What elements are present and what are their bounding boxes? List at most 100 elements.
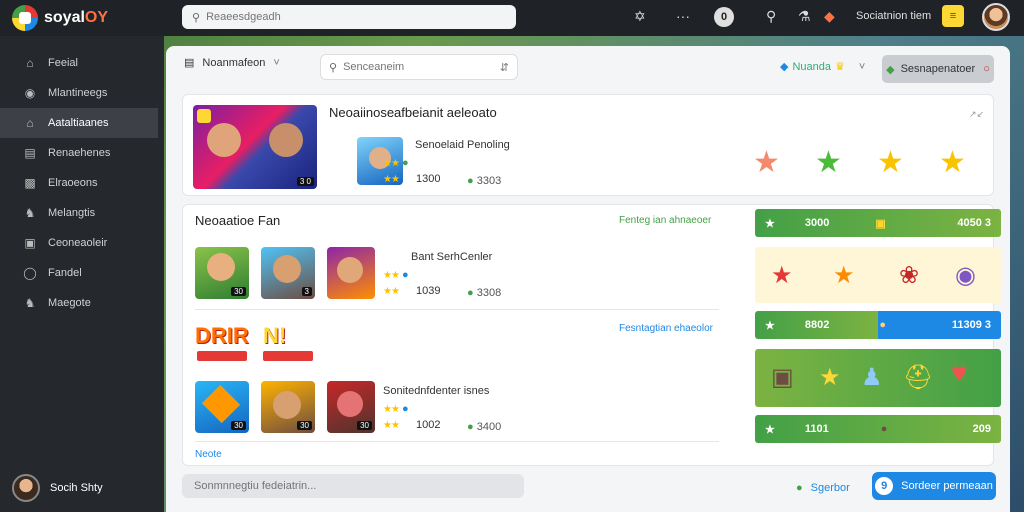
top-bar: soyalOY ⚲ ✡ ··· 0 ⚲ ⚗ ◆ Sociatnion tiem … bbox=[0, 0, 1024, 36]
sidebar-item-aataltiaanes[interactable]: ⌂ Aataltiaanes bbox=[0, 108, 158, 138]
divider bbox=[195, 309, 719, 310]
chest-icon: ▣ bbox=[771, 364, 794, 391]
sidebar-user-name: Socih Shty bbox=[50, 482, 103, 494]
thumb-badge: 3 bbox=[301, 287, 312, 296]
search-icon[interactable]: ⚲ bbox=[766, 8, 776, 25]
compass-icon: ◉ bbox=[24, 86, 36, 100]
avatar[interactable] bbox=[982, 3, 1010, 31]
bottom-link-label: Sgerbor bbox=[810, 482, 850, 494]
game-logo[interactable]: DRIR bbox=[195, 323, 249, 349]
star-icon: ★ bbox=[765, 217, 775, 230]
close-icon: ○ bbox=[983, 63, 990, 75]
sidebar: ⌂ Feeial ◉ Mlantineegs ⌂ Aataltiaanes ▤ Rena… bbox=[0, 36, 164, 512]
list-card: Neoaatioe Fan Fenteg ian ahnaeoer 30 3 B… bbox=[182, 204, 1001, 466]
top-search-bar[interactable]: ⚲ bbox=[182, 5, 516, 29]
puzzle-icon[interactable]: ⚗ bbox=[798, 8, 811, 25]
game-thumbnail[interactable]: 30 bbox=[195, 247, 249, 299]
more-icon[interactable]: ··· bbox=[676, 8, 690, 24]
reward-bar[interactable]: ★ 1101 ● 209 bbox=[755, 415, 1001, 443]
game-title[interactable]: Sonitednfdenter isnes bbox=[383, 385, 489, 397]
score-row: ★★ 1002 bbox=[383, 419, 440, 431]
app-logo[interactable]: soyalOY bbox=[12, 5, 172, 31]
featured-thumbnail[interactable]: 3 0 bbox=[193, 105, 317, 189]
list-footer-link[interactable]: Neote bbox=[195, 449, 222, 460]
sort-icon: ⇵ bbox=[499, 61, 509, 74]
toolbar-search-input[interactable] bbox=[343, 61, 484, 73]
sidebar-item-melangtis[interactable]: ♞ Melangtis bbox=[0, 198, 164, 228]
main-panel: ▤ Noanmafeon ˅ ⚲ ⇵ ◆ Nuanda ♛ ˅ ◆ Sesnap… bbox=[166, 46, 1010, 512]
fire-icon[interactable]: ◆ bbox=[824, 8, 835, 25]
game-title[interactable]: Bant SerhCenler bbox=[411, 251, 492, 263]
toolbar-filter[interactable]: ◆ Nuanda ♛ ˅ bbox=[780, 60, 866, 74]
game-badge-icon bbox=[197, 109, 211, 123]
reward-bar[interactable]: ★ 3000 ▣ 4050 3 bbox=[755, 209, 1001, 237]
sidebar-user[interactable]: Socih Shty bbox=[12, 474, 103, 502]
game-thumbnail[interactable]: 30 bbox=[261, 381, 315, 433]
coin-counter[interactable]: 0 bbox=[714, 7, 734, 27]
reward-bar[interactable]: ★ 8802 ● 11309 3 bbox=[755, 311, 1001, 339]
character-face bbox=[273, 391, 301, 419]
star-icon: ★ bbox=[771, 262, 793, 289]
bottom-search-input[interactable] bbox=[194, 480, 494, 492]
toolbar-filter-label: Nuanda bbox=[792, 60, 832, 73]
character-face bbox=[337, 391, 363, 417]
star-icon: ★ bbox=[877, 146, 904, 179]
right-value: ● 3303 bbox=[467, 175, 501, 187]
toolbar-title[interactable]: ▤ Noanmafeon ˅ bbox=[184, 56, 280, 70]
sidebar-item-fandel[interactable]: ◯ Fandel bbox=[0, 258, 164, 288]
rating: ★★ ● bbox=[383, 269, 409, 281]
game-logo[interactable]: N! bbox=[263, 323, 286, 349]
chevron-down-icon: ˅ bbox=[858, 60, 866, 73]
game-thumbnail[interactable]: 30 bbox=[195, 381, 249, 433]
star-icon: ★ bbox=[765, 423, 775, 436]
coin-icon: ● bbox=[879, 319, 887, 331]
sidebar-item-ceoneaoleir[interactable]: ▣ Ceoneaoleir bbox=[0, 228, 164, 258]
grid-icon: ▤ bbox=[24, 146, 36, 160]
star-icon: ★ bbox=[819, 364, 841, 391]
toolbar: ▤ Noanmafeon ˅ ⚲ ⇵ bbox=[184, 54, 518, 80]
bottom-primary-label: Sordeer permeaan bbox=[901, 480, 993, 492]
top-user-label[interactable]: Sociatnion tiem bbox=[856, 10, 931, 22]
gem-icon: ● bbox=[467, 287, 474, 299]
expand-icon[interactable]: ↗↙ bbox=[969, 109, 984, 120]
list-link-secondary[interactable]: Fesntagtian ehaeolor bbox=[619, 323, 713, 334]
chart-icon: ▩ bbox=[24, 176, 36, 190]
right-value-text: 3303 bbox=[476, 175, 502, 187]
chest-icon: ▣ bbox=[875, 217, 886, 230]
score-row: ★★ 1039 bbox=[383, 285, 440, 297]
bottom-search-bar[interactable] bbox=[182, 474, 524, 498]
top-search-input[interactable] bbox=[206, 11, 487, 23]
star-icon: ★★ bbox=[383, 174, 400, 185]
sidebar-item-maegote[interactable]: ♞ Maegote bbox=[0, 288, 164, 318]
sidebar-item-elraoeons[interactable]: ▩ Elraoeons bbox=[0, 168, 164, 198]
thumb-badge: 30 bbox=[231, 421, 246, 430]
search-icon: ⚲ bbox=[192, 11, 201, 24]
character-face bbox=[269, 123, 303, 157]
list-link-primary[interactable]: Fenteg ian ahnaeoer bbox=[619, 215, 711, 226]
rating: ★★ ● bbox=[383, 403, 409, 415]
sidebar-item-label: Elraoeons bbox=[48, 177, 98, 189]
sidebar-item-renaehenes[interactable]: ▤ Renaehenes bbox=[0, 138, 164, 168]
gem-icon: ● bbox=[467, 421, 474, 433]
toolbar-action-button[interactable]: ◆ Sesnapenatoer ○ bbox=[882, 55, 994, 83]
toolbar-search[interactable]: ⚲ ⇵ bbox=[320, 54, 518, 80]
character-face bbox=[207, 123, 241, 157]
sidebar-item-feeial[interactable]: ⌂ Feeial bbox=[0, 48, 164, 78]
game-thumbnail[interactable]: 3 bbox=[261, 247, 315, 299]
sidebar-item-label: Mlantineegs bbox=[48, 87, 108, 99]
game-title[interactable]: Senoelaid Penoling bbox=[415, 139, 510, 151]
sidebar-item-mlantineegs[interactable]: ◉ Mlantineegs bbox=[0, 78, 164, 108]
featured-card: 3 0 Neoaiinoseafbeianit aeleoato Senoela… bbox=[182, 94, 994, 196]
bottom-link[interactable]: ● Sgerbor bbox=[796, 482, 850, 494]
gem-icon: ◆ bbox=[780, 61, 789, 73]
featured-heading: Neoaiinoseafbeianit aeleoato bbox=[329, 105, 497, 120]
sidebar-item-label: Feeial bbox=[48, 57, 78, 69]
crosshair-icon[interactable]: ✡ bbox=[634, 8, 646, 25]
sidebar-item-label: Renaehenes bbox=[48, 147, 111, 159]
game-thumbnail[interactable] bbox=[327, 247, 375, 299]
rating: ★★ ● bbox=[383, 157, 409, 169]
bottom-primary-button[interactable]: 9 Sordeer permeaan bbox=[872, 472, 996, 500]
right-value: ● 3400 bbox=[467, 421, 501, 433]
gold-menu-button[interactable]: ≡ bbox=[942, 5, 964, 27]
game-thumbnail[interactable]: 30 bbox=[327, 381, 375, 433]
